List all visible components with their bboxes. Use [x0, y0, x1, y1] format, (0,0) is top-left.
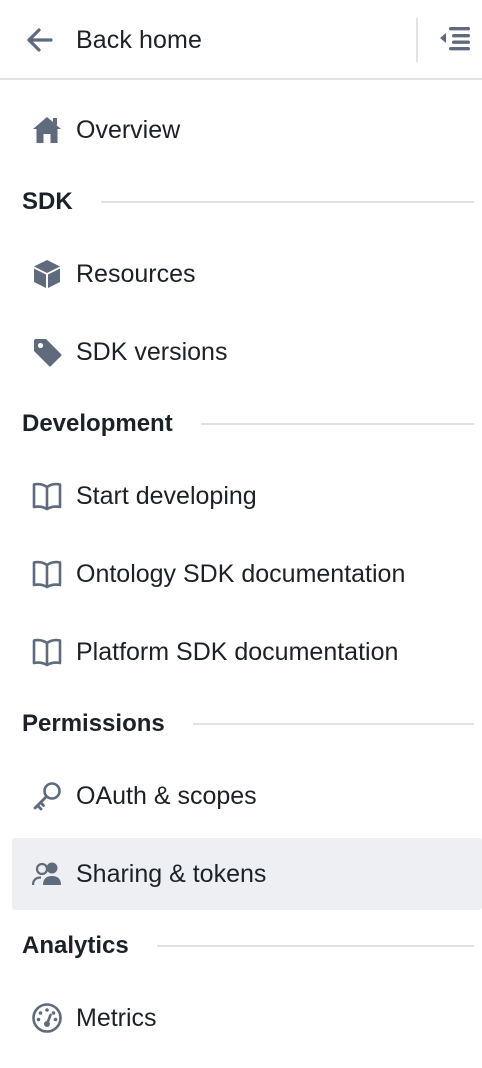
- nav-item-label: Overview: [76, 115, 181, 144]
- nav-item-overview[interactable]: Overview: [12, 94, 482, 166]
- section-header-development: Development: [22, 406, 474, 442]
- section-title: Development: [22, 410, 173, 437]
- menu-closed-icon: [438, 23, 472, 58]
- section-title: SDK: [22, 188, 73, 215]
- section-header-sdk: SDK: [22, 184, 474, 220]
- book-icon: [30, 479, 64, 513]
- nav-item-label: OAuth & scopes: [76, 781, 257, 810]
- book-icon: [30, 557, 64, 591]
- nav-item-sharing-tokens[interactable]: Sharing & tokens: [12, 838, 482, 910]
- nav-item-label: Start developing: [76, 481, 257, 510]
- nav-item-metrics[interactable]: Metrics: [12, 982, 482, 1054]
- back-home-label: Back home: [76, 25, 202, 54]
- nav-item-label: Resources: [76, 259, 196, 288]
- book-icon: [30, 635, 64, 669]
- section-header-analytics: Analytics: [22, 928, 474, 964]
- section-divider: [192, 723, 474, 725]
- nav-item-start-developing[interactable]: Start developing: [12, 460, 482, 532]
- section-divider: [156, 945, 474, 947]
- nav-item-label: SDK versions: [76, 337, 228, 366]
- key-icon: [30, 779, 64, 813]
- dashboard-icon: [30, 1001, 64, 1035]
- nav-item-platform-sdk-documentation[interactable]: Platform SDK documentation: [12, 616, 482, 688]
- section-divider: [200, 423, 474, 425]
- nav-item-label: Sharing & tokens: [76, 859, 267, 888]
- home-icon: [30, 113, 64, 147]
- collapse-sidebar-button[interactable]: [434, 20, 476, 60]
- section-title: Analytics: [22, 932, 129, 959]
- sidebar-header: Back home: [0, 0, 482, 80]
- section-divider: [100, 201, 474, 203]
- nav-item-label: Ontology SDK documentation: [76, 559, 406, 588]
- section-header-permissions: Permissions: [22, 706, 474, 742]
- nav-item-oauth-scopes[interactable]: OAuth & scopes: [12, 760, 482, 832]
- nav-item-label: Metrics: [76, 1003, 157, 1032]
- back-home-link[interactable]: Back home: [24, 18, 202, 62]
- nav-item-ontology-sdk-documentation[interactable]: Ontology SDK documentation: [12, 538, 482, 610]
- nav-item-resources[interactable]: Resources: [12, 238, 482, 310]
- tag-icon: [30, 335, 64, 369]
- nav-item-label: Platform SDK documentation: [76, 637, 399, 666]
- cube-icon: [30, 257, 64, 291]
- arrow-left-icon: [24, 23, 58, 57]
- people-icon: [30, 857, 64, 891]
- nav-item-sdk-versions[interactable]: SDK versions: [12, 316, 482, 388]
- section-title: Permissions: [22, 710, 165, 737]
- header-divider: [416, 18, 418, 62]
